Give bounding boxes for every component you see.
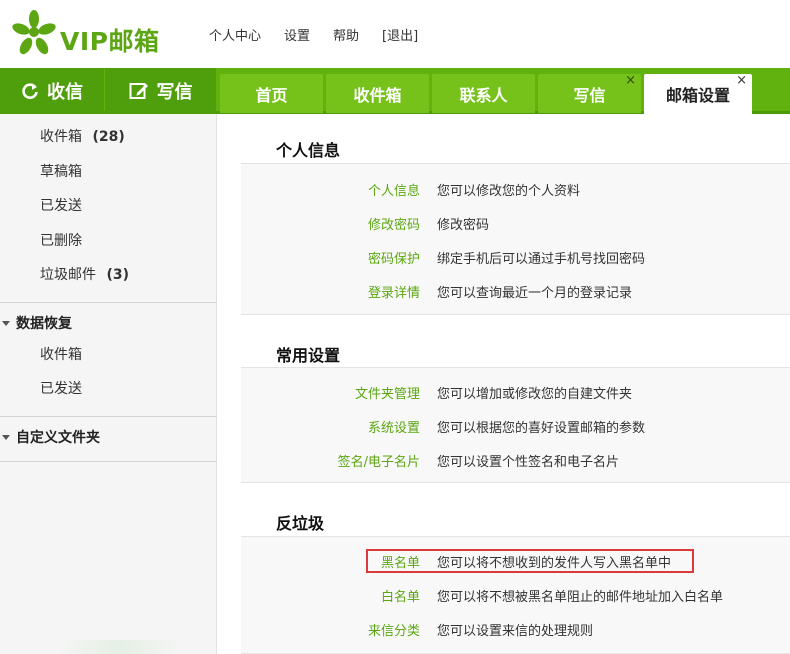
tab-compose-label: 写信 [573,85,606,105]
settings-panel-personal: 个人信息 您可以修改您的个人资料 修改密码 修改密码 密码保护 绑定手机后可以通… [241,163,790,315]
link-folder-management[interactable]: 文件夹管理 [355,383,420,402]
row-description: 您可以修改您的个人资料 [437,184,581,199]
settings-row: 密码保护 绑定手机后可以通过手机号找回密码 [241,248,790,268]
settings-row: 黑名单 您可以将不想收到的发件人写入黑名单中 [241,552,790,572]
sidebar-item-drafts[interactable]: 草稿箱 [40,161,82,181]
nav-personal-center[interactable]: 个人中心 [209,25,261,44]
sidebar: 收件箱 (28) 草稿箱 已发送 已删除 垃圾邮件 (3) 数据恢复 收件箱 已… [0,114,217,654]
settings-panel-common: 文件夹管理 您可以增加或修改您的自建文件夹 系统设置 您可以根据您的喜好设置邮箱… [241,367,790,483]
settings-row: 签名/电子名片 您可以设置个性签名和电子名片 [241,451,790,471]
link-personal-info[interactable]: 个人信息 [368,180,420,199]
sidebar-item-label: 已发送 [40,198,82,214]
row-description: 您可以设置个性签名和电子名片 [437,455,620,470]
tab-mail-settings[interactable]: 邮箱设置 × [644,73,752,114]
settings-row: 文件夹管理 您可以增加或修改您的自建文件夹 [241,383,790,403]
header: VIP邮箱 个人中心 设置 帮助 [退出] [0,0,790,68]
clover-logo-icon[interactable] [12,10,56,56]
row-description: 您可以查询最近一个月的登录记录 [437,286,633,301]
section-title-personal: 个人信息 [276,141,341,160]
logo-text[interactable]: VIP邮箱 [60,22,159,58]
sidebar-item-label: 草稿箱 [40,164,82,180]
sidebar-item-label: 已发送 [40,381,82,397]
tab-home[interactable]: 首页 [220,74,323,113]
settings-row: 白名单 您可以将不想被黑名单阻止的邮件地址加入白名单 [241,586,790,606]
row-description: 您可以增加或修改您的自建文件夹 [437,387,633,402]
sidebar-divider [0,302,217,303]
sidebar-group-label: 数据恢复 [16,316,72,332]
link-mail-sorting[interactable]: 来信分类 [368,620,420,639]
nav-logout[interactable]: [退出] [382,25,418,44]
link-change-password[interactable]: 修改密码 [368,214,420,233]
row-description: 您可以设置来信的处理规则 [437,624,594,639]
link-system-settings[interactable]: 系统设置 [368,417,420,436]
link-signature-card[interactable]: 签名/电子名片 [338,451,420,470]
link-password-protection[interactable]: 密码保护 [368,248,420,267]
settings-row: 系统设置 您可以根据您的喜好设置邮箱的参数 [241,417,790,437]
nav-settings[interactable]: 设置 [284,25,310,44]
tab-inbox-label: 收件箱 [353,85,402,105]
top-nav: 个人中心 设置 帮助 [退出] [209,25,441,44]
sidebar-item-label: 垃圾邮件 [40,267,96,283]
refresh-icon [22,82,38,99]
caret-down-icon [2,435,10,440]
link-whitelist[interactable]: 白名单 [381,586,420,605]
settings-row: 来信分类 您可以设置来信的处理规则 [241,620,790,640]
sidebar-item-sent[interactable]: 已发送 [40,195,82,215]
tab-compose[interactable]: 写信 × [538,73,641,113]
unread-count: (3) [106,267,129,283]
receive-mail-label: 收信 [47,81,83,103]
close-icon[interactable]: × [736,73,747,88]
sidebar-divider [0,461,217,462]
sidebar-item-label: 已删除 [40,233,82,249]
compose-icon [129,82,148,99]
settings-row: 登录详情 您可以查询最近一个月的登录记录 [241,282,790,302]
sidebar-item-spam[interactable]: 垃圾邮件 (3) [40,264,129,284]
sidebar-item-recovery-inbox[interactable]: 收件箱 [40,344,82,364]
tab-contacts-label: 联系人 [459,85,508,105]
unread-count: (28) [92,129,125,145]
nav-help[interactable]: 帮助 [333,25,359,44]
row-description: 绑定手机后可以通过手机号找回密码 [437,252,646,267]
sidebar-item-inbox[interactable]: 收件箱 (28) [40,126,125,146]
sidebar-item-deleted[interactable]: 已删除 [40,230,82,250]
write-mail-button[interactable]: 写信 [105,68,216,113]
sidebar-item-label: 收件箱 [40,129,82,145]
write-mail-label: 写信 [156,81,193,103]
section-title-common: 常用设置 [276,346,341,365]
decorative-shade [60,640,180,654]
section-title-antispam: 反垃圾 [276,514,325,533]
sidebar-group-custom-folders[interactable]: 自定义文件夹 [2,427,100,447]
sidebar-group-recovery[interactable]: 数据恢复 [2,313,72,333]
sidebar-item-label: 收件箱 [40,347,82,363]
row-description: 您可以根据您的喜好设置邮箱的参数 [437,421,646,436]
receive-mail-button[interactable]: 收信 [0,68,104,113]
row-description: 您可以将不想收到的发件人写入黑名单中 [437,556,672,571]
tab-contacts[interactable]: 联系人 [432,74,535,113]
sidebar-group-label: 自定义文件夹 [16,430,100,446]
settings-panel-antispam: 黑名单 您可以将不想收到的发件人写入黑名单中 白名单 您可以将不想被黑名单阻止的… [241,536,790,654]
settings-main: 个人信息 个人信息 您可以修改您的个人资料 修改密码 修改密码 密码保护 绑定手… [218,114,790,654]
tab-inbox[interactable]: 收件箱 [326,74,429,113]
sidebar-divider [0,416,217,417]
link-login-details[interactable]: 登录详情 [368,282,420,301]
close-icon[interactable]: × [625,73,636,88]
tab-home-label: 首页 [255,85,288,105]
row-description: 修改密码 [437,218,490,233]
settings-row: 修改密码 修改密码 [241,214,790,234]
caret-down-icon [2,321,10,326]
tab-mail-settings-label: 邮箱设置 [665,86,730,105]
row-description: 您可以将不想被黑名单阻止的邮件地址加入白名单 [437,590,724,605]
sidebar-item-recovery-sent[interactable]: 已发送 [40,378,82,398]
settings-row: 个人信息 您可以修改您的个人资料 [241,180,790,200]
link-blacklist[interactable]: 黑名单 [381,552,420,571]
